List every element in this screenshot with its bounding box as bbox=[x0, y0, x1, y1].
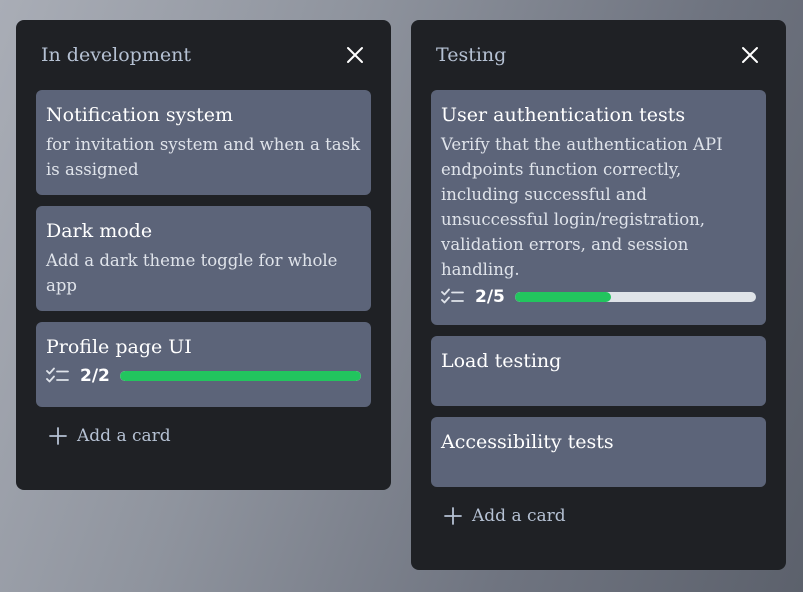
column-header: Testing bbox=[431, 20, 766, 90]
list-column-in-development: In development Notification system for i… bbox=[16, 20, 391, 490]
plus-icon bbox=[444, 507, 462, 525]
card-description: for invitation system and when a task is… bbox=[46, 135, 361, 179]
plus-icon bbox=[49, 427, 67, 445]
progress-bar bbox=[514, 292, 756, 302]
card-title: User authentication tests bbox=[441, 104, 686, 126]
list-column-testing: Testing User authentication tests Verify… bbox=[411, 20, 786, 570]
add-card-label: Add a card bbox=[77, 426, 171, 446]
card-load-testing[interactable]: Load testing bbox=[431, 336, 766, 406]
card-description: Add a dark theme toggle for whole app bbox=[46, 251, 338, 295]
card-title: Load testing bbox=[441, 350, 562, 372]
card-title: Dark mode bbox=[46, 220, 153, 242]
close-icon[interactable] bbox=[739, 44, 761, 66]
checklist-progress: 2/2 bbox=[46, 365, 361, 387]
card-title: Accessibility tests bbox=[441, 431, 614, 453]
checklist-count: 2/2 bbox=[80, 366, 110, 386]
add-card-label: Add a card bbox=[472, 506, 566, 526]
add-card-button[interactable]: Add a card bbox=[431, 501, 766, 531]
card-accessibility-tests[interactable]: Accessibility tests bbox=[431, 417, 766, 487]
checklist-icon bbox=[441, 288, 464, 304]
checklist-progress: 2/5 bbox=[441, 286, 756, 308]
progress-fill bbox=[514, 292, 612, 302]
column-title: In development bbox=[41, 44, 191, 66]
add-card-button[interactable]: Add a card bbox=[36, 421, 371, 451]
column-header: In development bbox=[36, 20, 371, 90]
close-icon[interactable] bbox=[344, 44, 366, 66]
checklist-count: 2/5 bbox=[475, 287, 505, 307]
card-title: Notification system bbox=[46, 104, 233, 126]
card-notification-system[interactable]: Notification system for invitation syste… bbox=[36, 90, 371, 195]
card-profile-page-ui[interactable]: Profile page UI 2/2 bbox=[36, 322, 371, 407]
card-title: Profile page UI bbox=[46, 336, 192, 358]
progress-bar bbox=[119, 371, 361, 381]
progress-fill bbox=[119, 371, 361, 381]
card-dark-mode[interactable]: Dark mode Add a dark theme toggle for wh… bbox=[36, 206, 371, 311]
card-description: Verify that the authentication API endpo… bbox=[441, 135, 723, 279]
column-title: Testing bbox=[436, 44, 507, 66]
card-user-authentication-tests[interactable]: User authentication tests Verify that th… bbox=[431, 90, 766, 325]
checklist-icon bbox=[46, 367, 69, 383]
